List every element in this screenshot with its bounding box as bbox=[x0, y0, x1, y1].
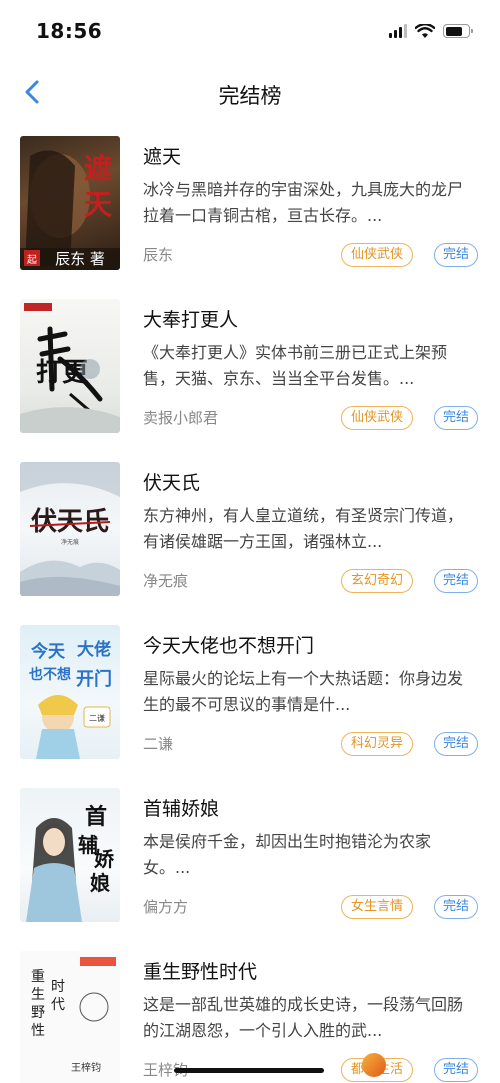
book-description: 《大奉打更人》实体书前三册已正式上架预售，天猫、京东、当当全平台发售。... bbox=[143, 343, 448, 388]
book-description: 东方神州，有人皇立道统，有圣贤宗门传道，有诸侯雄踞一方王国，诸强林立... bbox=[143, 506, 463, 551]
book-author: 偏方方 bbox=[143, 898, 189, 916]
svg-text:二谦: 二谦 bbox=[89, 713, 105, 723]
list-item[interactable]: 打更 大奉打更人 《大奉打更人》实体书前三册已正式上架预售，天猫、京东、当当全平… bbox=[0, 287, 500, 450]
svg-text:起: 起 bbox=[27, 254, 37, 266]
battery-icon bbox=[443, 24, 473, 38]
svg-text:娇: 娇 bbox=[94, 847, 115, 871]
status-badge: 完结 bbox=[433, 243, 478, 267]
svg-text:大佬: 大佬 bbox=[77, 639, 111, 660]
svg-text:野: 野 bbox=[31, 1005, 45, 1021]
book-cover[interactable]: 今天 大佬 也不想 开门 二谦 bbox=[20, 625, 120, 759]
list-item[interactable]: 遮 天 起 辰东 著 遮天 冰冷与黑暗并存的宇宙深处，九具庞大的龙尸拉着一口青铜… bbox=[0, 124, 500, 287]
svg-text:净无痕: 净无痕 bbox=[61, 538, 79, 546]
genre-tag: 女生言情 bbox=[340, 895, 413, 919]
svg-text:王梓钧: 王梓钧 bbox=[71, 1061, 101, 1074]
svg-text:重: 重 bbox=[31, 969, 45, 985]
genre-tag: 仙侠武侠 bbox=[340, 406, 413, 430]
book-title: 大奉打更人 bbox=[143, 309, 239, 331]
book-title: 今天大佬也不想开门 bbox=[143, 635, 315, 657]
book-cover[interactable]: 首 辅 娇 娘 bbox=[20, 788, 120, 922]
book-cover[interactable]: 伏天氏 净无痕 bbox=[20, 462, 120, 596]
svg-text:时: 时 bbox=[51, 979, 65, 995]
book-author: 卖报小郎君 bbox=[143, 409, 219, 427]
svg-text:开门: 开门 bbox=[76, 668, 112, 690]
status-badge: 完结 bbox=[433, 406, 478, 430]
status-icons bbox=[389, 22, 473, 40]
svg-text:性: 性 bbox=[31, 1023, 45, 1039]
book-title: 重生野性时代 bbox=[143, 961, 258, 983]
watermark-icon bbox=[362, 1053, 386, 1077]
book-list: 遮 天 起 辰东 著 遮天 冰冷与黑暗并存的宇宙深处，九具庞大的龙尸拉着一口青铜… bbox=[0, 124, 500, 1083]
svg-text:代: 代 bbox=[51, 997, 65, 1013]
book-title: 首辅娇娘 bbox=[143, 798, 220, 820]
status-badge: 完结 bbox=[433, 732, 478, 756]
cover-title-1: 遮 bbox=[84, 152, 112, 185]
book-author: 辰东 bbox=[143, 246, 174, 264]
book-cover[interactable]: 打更 bbox=[20, 299, 120, 433]
svg-text:生: 生 bbox=[31, 987, 45, 1003]
list-item[interactable]: 伏天氏 净无痕 伏天氏 东方神州，有人皇立道统，有圣贤宗门传道，有诸侯雄踞一方王… bbox=[0, 450, 500, 613]
watermark-logo bbox=[362, 1051, 492, 1079]
status-time: 18:56 bbox=[36, 19, 103, 43]
book-description: 星际最火的论坛上有一个大热话题：你身边发生的最不可思议的事情是什... bbox=[143, 669, 463, 714]
cover-author-1: 辰东 著 bbox=[55, 250, 105, 268]
book-description: 冰冷与黑暗并存的宇宙深处，九具庞大的龙尸拉着一口青铜古棺，亘古长存。... bbox=[143, 180, 463, 225]
list-item[interactable]: 今天 大佬 也不想 开门 二谦 今天大佬也不想开门 星际最火的论坛上有一个大热话… bbox=[0, 613, 500, 776]
nav-bar: 完结榜 bbox=[0, 62, 500, 124]
cellular-signal-icon bbox=[389, 24, 407, 38]
book-author: 二谦 bbox=[143, 735, 174, 753]
genre-tag: 科幻灵异 bbox=[340, 732, 413, 756]
page-title: 完结榜 bbox=[218, 84, 282, 108]
home-indicator[interactable] bbox=[174, 1068, 324, 1073]
status-badge: 完结 bbox=[433, 895, 478, 919]
genre-tag: 玄幻奇幻 bbox=[340, 569, 413, 593]
svg-text:也不想: 也不想 bbox=[29, 666, 71, 683]
status-badge: 完结 bbox=[433, 569, 478, 593]
list-item[interactable]: 首 辅 娇 娘 首辅娇娘 本是侯府千金，却因出生时抱错沦为农家女。... 偏方方… bbox=[0, 776, 500, 939]
svg-text:首: 首 bbox=[85, 804, 107, 830]
book-title: 伏天氏 bbox=[143, 472, 201, 494]
book-cover[interactable]: 遮 天 起 辰东 著 bbox=[20, 136, 120, 270]
book-author: 净无痕 bbox=[143, 572, 189, 590]
wifi-icon bbox=[415, 23, 435, 38]
svg-text:天: 天 bbox=[84, 188, 112, 221]
battery-level bbox=[445, 26, 462, 36]
svg-text:今天: 今天 bbox=[31, 641, 66, 662]
book-description: 这是一部乱世英雄的成长史诗，一段荡气回肠的江湖恩怨，一个引人入胜的武... bbox=[143, 995, 463, 1040]
genre-tag: 仙侠武侠 bbox=[340, 243, 413, 267]
book-title: 遮天 bbox=[143, 146, 182, 168]
status-bar: 18:56 bbox=[0, 0, 500, 62]
book-description: 本是侯府千金，却因出生时抱错沦为农家女。... bbox=[143, 832, 432, 877]
svg-text:娘: 娘 bbox=[90, 871, 110, 895]
book-cover[interactable]: 重 生 时 代 野 性 王梓钧 bbox=[20, 951, 120, 1083]
